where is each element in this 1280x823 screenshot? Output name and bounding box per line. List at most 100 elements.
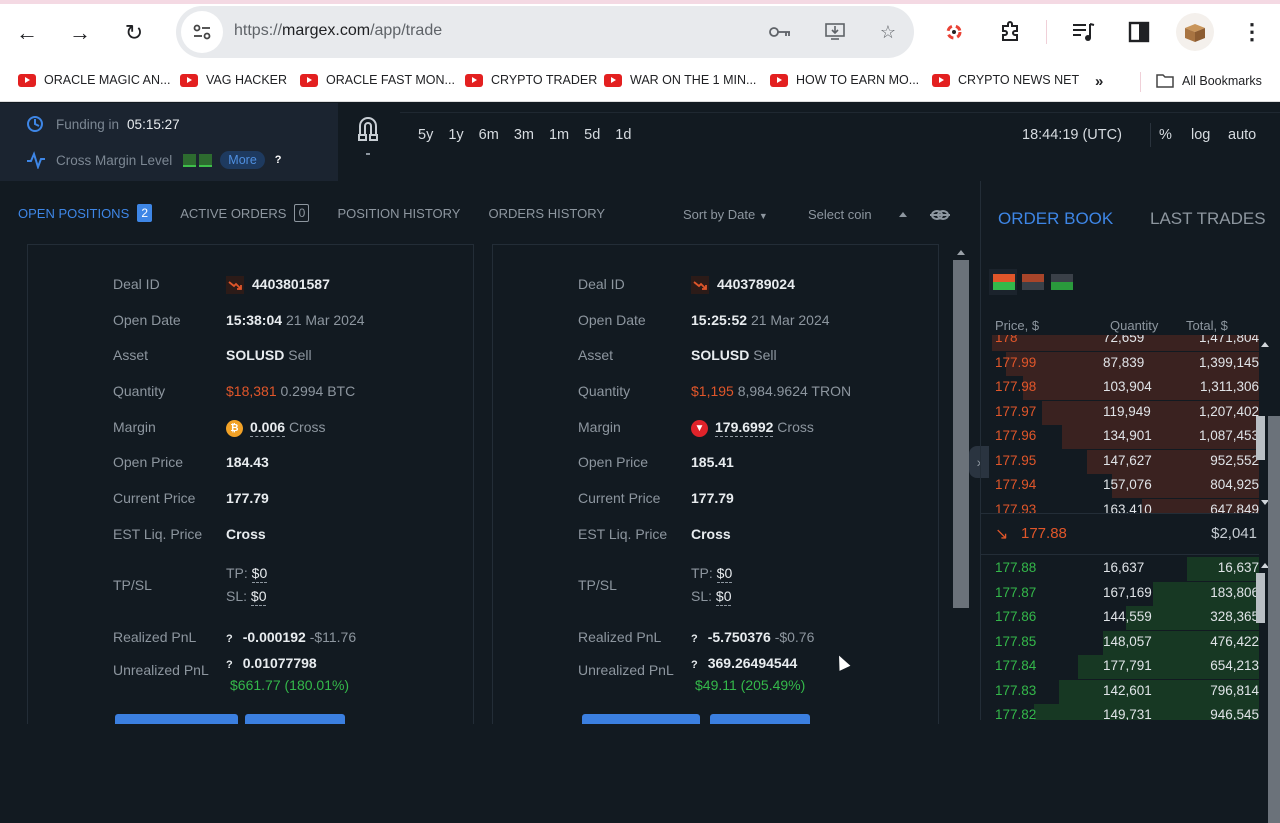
margin: ▼ 179.6992 Cross	[691, 419, 814, 437]
label-open-price: Open Price	[578, 454, 649, 470]
margin-value[interactable]: 0.006	[250, 419, 286, 437]
side-panel-icon[interactable]	[1125, 18, 1153, 46]
media-control-icon[interactable]	[1070, 18, 1098, 46]
label-realized: Realized PnL	[578, 629, 662, 645]
percent-scale-toggle[interactable]: %	[1159, 127, 1172, 143]
bookmark-star-icon[interactable]: ☆	[876, 20, 900, 44]
bookmark-item[interactable]: VAG HACKER	[180, 73, 287, 87]
range-5d[interactable]: 5d	[584, 127, 600, 143]
log-scale-toggle[interactable]: log	[1191, 127, 1210, 143]
collapse-caret-icon[interactable]	[899, 212, 907, 217]
ask-row[interactable]: 178 72,659 1,471,804	[981, 335, 1259, 351]
asset-symbol: SOLUSD	[691, 347, 750, 363]
profile-avatar[interactable]	[1176, 13, 1214, 51]
tp-value[interactable]: $0	[716, 565, 733, 583]
password-key-icon[interactable]	[768, 20, 792, 44]
bookmark-item[interactable]: HOW TO EARN MO...	[770, 73, 919, 87]
all-bookmarks-label: All Bookmarks	[1182, 73, 1262, 88]
bookmark-item[interactable]: CRYPTO TRADER	[465, 73, 597, 87]
sort-dropdown[interactable]: Sort by Date ▼	[683, 207, 768, 222]
range-3m[interactable]: 3m	[514, 127, 534, 143]
asks-scrollbar[interactable]	[1256, 416, 1265, 460]
margin-value[interactable]: 179.6992	[715, 419, 774, 437]
bid-row[interactable]: 177.85 148,057 476,422	[981, 630, 1259, 655]
url-text[interactable]: https://margex.com/app/trade	[234, 22, 442, 40]
help-icon[interactable]: ?	[691, 633, 698, 645]
bid-row[interactable]: 177.87 167,169 183,806	[981, 581, 1259, 606]
label-unrealized: Unrealized PnL	[113, 662, 209, 678]
bookmark-item[interactable]: ORACLE FAST MON...	[300, 73, 455, 87]
bid-price: 177.83	[995, 682, 1037, 698]
bid-row[interactable]: 177.83 142,601 796,814	[981, 679, 1259, 704]
magnet-icon[interactable]	[356, 115, 380, 143]
view-asks-button[interactable]	[1022, 274, 1044, 290]
more-bookmarks-button[interactable]: »	[1095, 73, 1103, 90]
ask-row[interactable]: 177.98 103,904 1,311,306	[981, 376, 1259, 400]
help-icon[interactable]: ?	[691, 659, 698, 671]
scroll-up-arrow[interactable]	[957, 250, 965, 255]
bid-row[interactable]: 177.88 16,637 16,637	[981, 557, 1259, 581]
view-both-button[interactable]	[993, 274, 1015, 290]
bookmark-item[interactable]: WAR ON THE 1 MIN...	[604, 73, 756, 87]
range-1y[interactable]: 1y	[448, 127, 463, 143]
range-6m[interactable]: 6m	[479, 127, 499, 143]
header-price: Price, $	[995, 318, 1040, 333]
edit-position-button[interactable]	[710, 714, 810, 724]
quantity-coin: 0.2994 BTC	[280, 383, 356, 399]
magnet-dropdown-caret[interactable]	[366, 153, 370, 155]
utc-clock[interactable]: 18:44:19 (UTC)	[1022, 127, 1122, 143]
tp-value[interactable]: $0	[251, 565, 268, 583]
edit-position-button[interactable]	[245, 714, 345, 724]
tab-active-orders[interactable]: ACTIVE ORDERS 0	[180, 204, 310, 222]
sl-value[interactable]: $0	[715, 588, 732, 606]
tab-orders-history[interactable]: ORDERS HISTORY	[488, 206, 605, 221]
ask-row[interactable]: 177.99 87,839 1,399,145	[981, 351, 1259, 376]
sl-value[interactable]: $0	[250, 588, 267, 606]
extensions-puzzle-icon[interactable]	[996, 18, 1024, 46]
open-price: 185.41	[691, 454, 734, 470]
range-5y[interactable]: 5y	[418, 127, 433, 143]
range-1m[interactable]: 1m	[549, 127, 569, 143]
tab-order-book[interactable]: ORDER BOOK	[998, 209, 1113, 229]
bid-row[interactable]: 177.86 144,559 328,365	[981, 606, 1259, 630]
positions-scrollbar[interactable]	[953, 260, 969, 608]
help-icon[interactable]: ?	[226, 659, 233, 671]
ask-row[interactable]: 177.93 163,410 647,849	[981, 498, 1259, 513]
help-icon[interactable]: ?	[226, 633, 233, 645]
browser-menu-icon[interactable]: ⋮	[1238, 18, 1266, 46]
ask-row[interactable]: 177.97 119,949 1,207,402	[981, 400, 1259, 425]
bookmark-item[interactable]: ORACLE MAGIC AN...	[18, 73, 170, 87]
bid-row[interactable]: 177.84 177,791 654,213	[981, 655, 1259, 679]
reload-button[interactable]: ↻	[119, 18, 149, 48]
forward-button[interactable]: →	[65, 18, 95, 48]
select-coin-dropdown[interactable]: Select coin	[808, 207, 872, 222]
label-tpsl: TP/SL	[578, 577, 617, 593]
close-position-button[interactable]	[115, 714, 238, 724]
auto-scale-toggle[interactable]: auto	[1228, 127, 1256, 143]
close-position-button[interactable]	[582, 714, 700, 724]
install-app-icon[interactable]	[823, 20, 847, 44]
ask-row[interactable]: 177.95 147,627 952,552	[981, 449, 1259, 474]
back-button[interactable]: ←	[12, 18, 42, 48]
site-settings-button[interactable]	[181, 11, 223, 53]
bid-price: 177.84	[995, 658, 1037, 673]
page-scrollbar[interactable]	[1268, 416, 1280, 823]
view-bids-button[interactable]	[1051, 274, 1073, 290]
tab-open-positions[interactable]: OPEN POSITIONS 2	[18, 204, 153, 222]
asks-scroll-up[interactable]	[1261, 342, 1269, 347]
all-bookmarks-button[interactable]: All Bookmarks	[1156, 73, 1262, 88]
chain-link-icon[interactable]	[930, 209, 950, 221]
pulse-icon	[27, 151, 45, 169]
range-1d[interactable]: 1d	[615, 127, 631, 143]
address-bar[interactable]: https://margex.com/app/trade ☆	[176, 6, 914, 58]
extension-color-icon[interactable]	[940, 18, 968, 46]
bookmark-item[interactable]: CRYPTO NEWS NET	[932, 73, 1079, 87]
more-button[interactable]: More	[220, 151, 265, 169]
tab-last-trades[interactable]: LAST TRADES	[1150, 209, 1266, 229]
help-icon[interactable]: ?	[275, 154, 282, 166]
ask-row[interactable]: 177.96 134,901 1,087,453	[981, 425, 1259, 449]
bids-scrollbar[interactable]	[1256, 573, 1265, 623]
ask-row[interactable]: 177.94 157,076 804,925	[981, 474, 1259, 498]
bid-row[interactable]: 177.82 149,731 946,545	[981, 704, 1259, 720]
tab-position-history[interactable]: POSITION HISTORY	[337, 206, 460, 221]
